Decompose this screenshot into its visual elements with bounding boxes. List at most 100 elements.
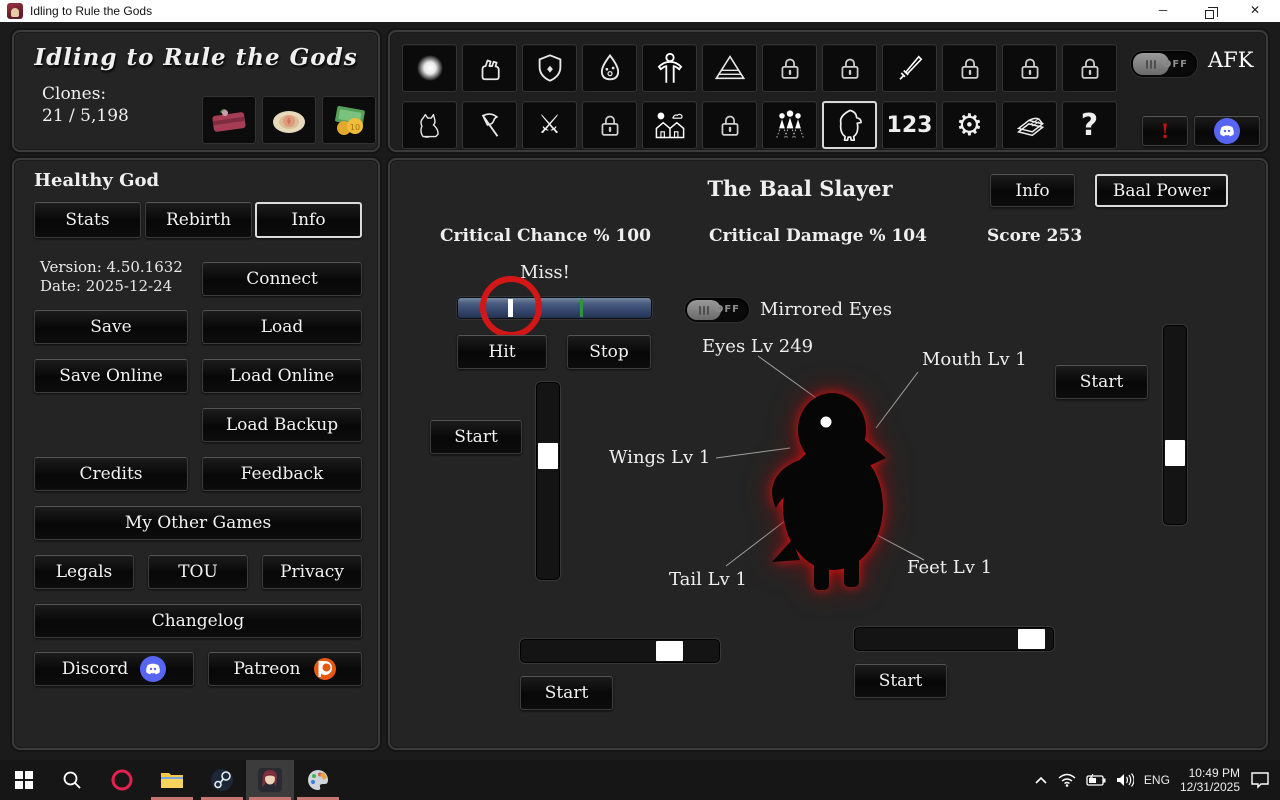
light-nav-button[interactable] — [402, 44, 457, 92]
connect-button[interactable]: Connect — [202, 262, 362, 296]
physical-nav-button[interactable] — [462, 44, 517, 92]
language-indicator[interactable]: ENG — [1144, 773, 1170, 787]
flag-icon — [481, 113, 498, 137]
restore-icon — [1204, 7, 1218, 19]
tail-slider[interactable] — [520, 639, 720, 663]
search-icon — [63, 771, 81, 789]
locked-nav-button-5[interactable] — [1062, 44, 1117, 92]
creature-eye — [820, 416, 832, 428]
info-button[interactable]: Info — [990, 174, 1075, 207]
steam-button[interactable] — [198, 760, 246, 800]
file-explorer-button[interactable] — [148, 760, 196, 800]
village-nav-button[interactable] — [642, 101, 697, 149]
paint-button[interactable] — [294, 760, 342, 800]
tab-stats[interactable]: Stats — [34, 202, 141, 238]
save-button[interactable]: Save — [34, 310, 188, 344]
lock-icon — [956, 54, 984, 82]
population-nav-button[interactable] — [762, 101, 817, 149]
sword-nav-button[interactable] — [882, 44, 937, 92]
lock-icon — [1076, 54, 1104, 82]
defense-nav-button[interactable] — [522, 44, 577, 92]
numbers-nav-button[interactable]: 123 — [882, 101, 937, 149]
locked-nav-button-1[interactable] — [762, 44, 817, 92]
steam-icon — [211, 769, 233, 791]
start-menu-button[interactable] — [0, 760, 48, 800]
load-backup-button[interactable]: Load Backup — [202, 408, 362, 442]
pet-cat-nav-button[interactable] — [402, 101, 457, 149]
gift-item-button[interactable] — [202, 96, 256, 144]
save-online-button[interactable]: Save Online — [34, 359, 188, 393]
feet-slider-handle[interactable] — [1018, 629, 1045, 649]
wings-start-button[interactable]: Start — [430, 420, 522, 454]
minimize-button[interactable]: ─ — [1140, 0, 1186, 22]
hit-marker — [508, 299, 513, 317]
locked-nav-button-6[interactable] — [582, 101, 637, 149]
flag-nav-button[interactable] — [462, 101, 517, 149]
clock[interactable]: 10:49 PM 12/31/2025 — [1180, 766, 1240, 794]
baal-power-button[interactable]: Baal Power — [1095, 174, 1228, 207]
svg-text:10: 10 — [350, 123, 360, 132]
wings-slider[interactable] — [536, 382, 560, 580]
wings-level-label: Wings Lv 1 — [609, 447, 711, 468]
feet-start-button[interactable]: Start — [854, 664, 947, 698]
feedback-button[interactable]: Feedback — [202, 457, 362, 491]
monster-nav-button[interactable] — [582, 44, 637, 92]
tab-info[interactable]: Info — [255, 202, 362, 238]
tail-slider-handle[interactable] — [656, 641, 683, 661]
my-other-games-button[interactable]: My Other Games — [34, 506, 362, 540]
tray-expand-icon[interactable] — [1034, 775, 1048, 785]
game-taskbar-button-active[interactable] — [246, 760, 294, 800]
credits-button[interactable]: Credits — [34, 457, 188, 491]
feet-slider[interactable] — [854, 627, 1054, 651]
patreon-button[interactable]: Patreon — [208, 652, 362, 686]
tail-start-button[interactable]: Start — [520, 676, 613, 710]
stop-button[interactable]: Stop — [567, 335, 651, 369]
question-mark-icon: ? — [1080, 107, 1099, 143]
restore-button[interactable] — [1186, 0, 1232, 22]
battery-icon[interactable] — [1086, 774, 1106, 786]
population-icon — [775, 110, 804, 139]
mouth-slider[interactable] — [1163, 325, 1187, 525]
shield-icon — [538, 54, 561, 82]
discord-button[interactable]: Discord — [34, 652, 194, 686]
locked-nav-button-2[interactable] — [822, 44, 877, 92]
fight-nav-button[interactable]: ⚔ — [522, 101, 577, 149]
nest-item-button[interactable] — [262, 96, 316, 144]
mouth-start-button[interactable]: Start — [1055, 365, 1148, 399]
hit-timing-slider[interactable] — [457, 297, 652, 319]
mouth-slider-handle[interactable] — [1165, 440, 1185, 466]
volume-icon[interactable] — [1116, 773, 1134, 787]
legals-button[interactable]: Legals — [34, 555, 134, 589]
load-online-button[interactable]: Load Online — [202, 359, 362, 393]
wings-slider-handle[interactable] — [538, 443, 558, 469]
afk-toggle[interactable]: OFF — [1130, 50, 1198, 78]
locked-nav-button-7[interactable] — [702, 101, 757, 149]
mirrored-eyes-toggle[interactable]: OFF — [684, 297, 750, 323]
body-nav-button[interactable] — [642, 44, 697, 92]
privacy-button[interactable]: Privacy — [262, 555, 362, 589]
locked-nav-button-4[interactable] — [1002, 44, 1057, 92]
alert-button[interactable]: ! — [1142, 116, 1188, 146]
tab-rebirth[interactable]: Rebirth — [145, 202, 252, 238]
hit-button[interactable]: Hit — [457, 335, 547, 369]
book-nav-button[interactable] — [1002, 101, 1057, 149]
search-button[interactable] — [48, 760, 96, 800]
notification-icon[interactable] — [1250, 771, 1270, 789]
sidebar-panel: Healthy God Stats Rebirth Info Version: … — [12, 158, 380, 750]
afk-label: AFK — [1208, 48, 1254, 72]
settings-nav-button[interactable]: ⚙ — [942, 101, 997, 149]
discord-chat-button[interactable] — [1194, 116, 1260, 146]
tou-button[interactable]: TOU — [148, 555, 248, 589]
money-item-button[interactable]: 10 — [322, 96, 376, 144]
close-button[interactable]: ✕ — [1232, 0, 1278, 22]
opera-browser-button[interactable] — [98, 760, 146, 800]
pet-trainer-nav-button-selected[interactable] — [822, 101, 877, 149]
pyramid-nav-button[interactable] — [702, 44, 757, 92]
help-nav-button[interactable]: ? — [1062, 101, 1117, 149]
wifi-icon[interactable] — [1058, 773, 1076, 787]
numbers-label: 123 — [886, 112, 933, 138]
discord-icon — [1214, 118, 1240, 144]
load-button[interactable]: Load — [202, 310, 362, 344]
changelog-button[interactable]: Changelog — [34, 604, 362, 638]
locked-nav-button-3[interactable] — [942, 44, 997, 92]
